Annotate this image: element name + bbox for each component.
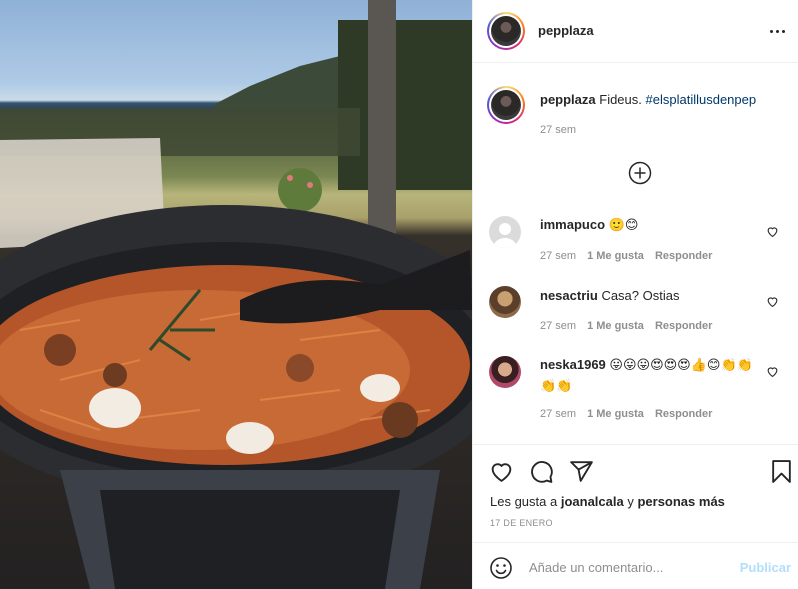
comment-likes[interactable]: 1 Me gusta <box>587 408 644 420</box>
commenter-avatar[interactable] <box>489 216 521 248</box>
comment-text: Casa? Ostias <box>601 288 680 303</box>
comment-text: 🙂😊 <box>608 218 639 233</box>
comment-body: neska1969 😛😛😛😍😍😍👍😊👏👏👏👏 <box>540 355 768 397</box>
commenter-username[interactable]: immapuco <box>540 217 605 232</box>
post-actions: Les gusta a joanalcala y personas más 17… <box>473 444 798 544</box>
comment-time[interactable]: 27 sem <box>540 408 576 420</box>
likes-joiner: y <box>627 494 634 509</box>
reply-button[interactable]: Responder <box>655 250 712 262</box>
post-image[interactable] <box>0 0 472 589</box>
post-photo-fideus <box>0 0 472 589</box>
comment-body: immapuco 🙂😊 <box>540 215 768 236</box>
commenter-username[interactable]: neska1969 <box>540 357 606 372</box>
comment-time[interactable]: 27 sem <box>540 250 576 262</box>
commenter-avatar[interactable] <box>489 356 521 388</box>
caption-username[interactable]: pepplaza <box>540 92 596 107</box>
commenter-username[interactable]: nesactriu <box>540 288 598 303</box>
caption-timestamp[interactable]: 27 sem <box>540 124 576 136</box>
comment-icon[interactable] <box>529 459 554 484</box>
likes-prefix: Les gusta a <box>490 494 558 509</box>
author-username[interactable]: pepplaza <box>538 23 594 38</box>
comment-meta: 27 sem 1 Me gusta Responder <box>540 320 723 332</box>
caption-hashtag[interactable]: #elsplatillusdenpep <box>646 92 757 107</box>
add-comment-bar: Publicar <box>473 542 798 589</box>
caption-author-avatar[interactable] <box>487 86 525 124</box>
likes-others[interactable]: personas más <box>637 494 724 509</box>
likes-user[interactable]: joanalcala <box>561 494 624 509</box>
heart-icon[interactable] <box>766 295 779 308</box>
author-avatar[interactable] <box>487 12 525 50</box>
reply-button[interactable]: Responder <box>655 320 712 332</box>
bookmark-icon[interactable] <box>769 459 794 484</box>
heart-icon[interactable] <box>766 225 779 238</box>
commenter-avatar[interactable] <box>489 286 521 318</box>
comment-body: nesactriu Casa? Ostias <box>540 286 768 306</box>
post-header: pepplaza <box>473 0 798 63</box>
comment-likes[interactable]: 1 Me gusta <box>587 320 644 332</box>
caption-text: Fideus. <box>599 92 642 107</box>
emoji-icon[interactable] <box>489 556 513 580</box>
reply-button[interactable]: Responder <box>655 408 712 420</box>
plus-circle-icon[interactable] <box>628 161 652 185</box>
post-details-panel: pepplaza pepplaza Fideus. #elsplatillusd… <box>472 0 798 589</box>
comment-input[interactable] <box>529 555 729 579</box>
comment-time[interactable]: 27 sem <box>540 320 576 332</box>
heart-icon[interactable] <box>766 365 779 378</box>
comment-meta: 27 sem 1 Me gusta Responder <box>540 250 723 262</box>
post-caption: pepplaza Fideus. #elsplatillusdenpep <box>540 92 756 108</box>
comment-meta: 27 sem 1 Me gusta Responder <box>540 408 723 420</box>
likes-summary: Les gusta a joanalcala y personas más <box>490 494 725 509</box>
publish-button[interactable]: Publicar <box>740 560 791 575</box>
post-date[interactable]: 17 DE ENERO <box>490 518 553 528</box>
comment-likes[interactable]: 1 Me gusta <box>587 250 644 262</box>
paper-plane-icon[interactable] <box>569 459 594 484</box>
more-options-icon[interactable] <box>765 22 789 40</box>
heart-icon[interactable] <box>489 459 514 484</box>
